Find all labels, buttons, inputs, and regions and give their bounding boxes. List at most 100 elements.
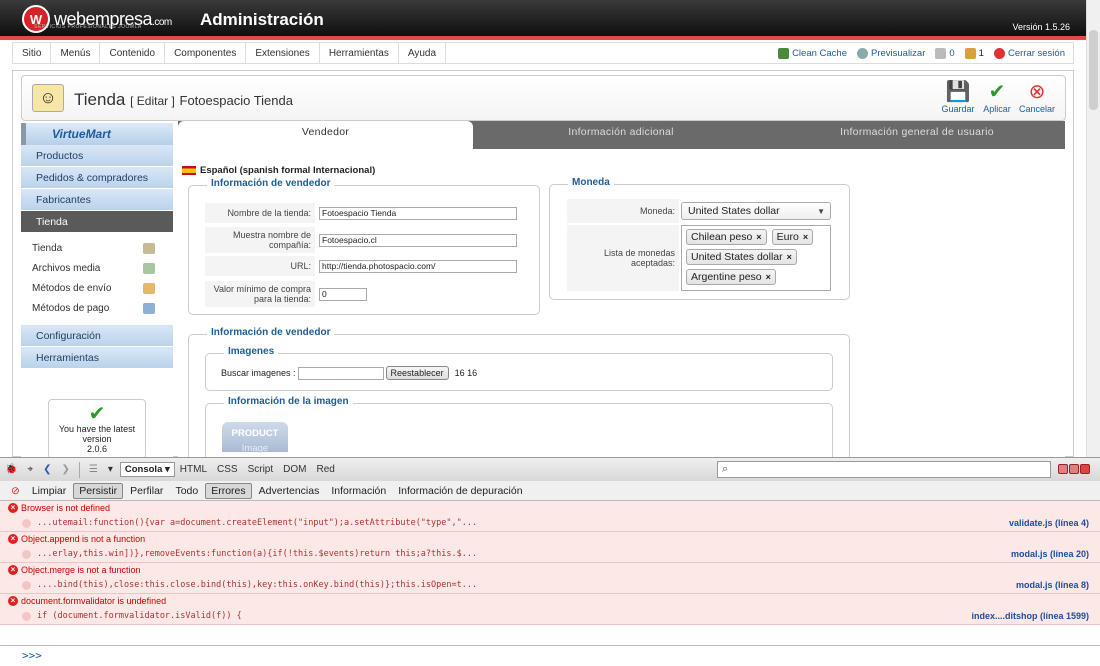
company-name-input[interactable]: Fotoespacio.cl [319,233,517,247]
tab-css[interactable]: CSS [212,464,243,475]
sidebar-section-tienda[interactable]: Tienda [21,211,173,233]
min-purchase-input[interactable]: 0 [319,287,367,301]
sidebar-section-herramientas[interactable]: Herramientas [21,347,173,369]
url-input[interactable]: http://tienda.photospacio.com/ [319,259,517,273]
payment-icon [143,303,155,314]
company-name-label: Muestra nombre de compañía: [205,227,315,253]
persist-button[interactable]: Persistir [73,482,124,499]
menu-herramientas[interactable]: Herramientas [320,43,399,63]
content-area: Vendedor Información adicional Informaci… [178,121,1065,483]
menu-menus[interactable]: Menús [51,43,101,63]
search-images-label: Buscar imagenes : [221,368,296,378]
command-line-input[interactable]: >>> [0,645,1100,666]
menu-componentes[interactable]: Componentes [165,43,247,63]
tab-net[interactable]: Red [311,464,339,475]
filter-info[interactable]: Información [326,484,391,498]
save-button[interactable]: 💾 Guardar [938,80,978,114]
sidebar-section-configuracion[interactable]: Configuración [21,325,173,347]
page-scrollbar[interactable] [1086,0,1100,457]
users-count[interactable]: 1 [964,47,984,59]
clear-icon[interactable]: ⊘ [6,484,25,498]
tab-vendedor[interactable]: Vendedor [178,121,473,149]
firebug-search-input[interactable]: ⌕ [717,461,1051,478]
error-icon: × [8,596,18,606]
vendor-info-fieldset: Información de vendedor Nombre de la tie… [188,178,540,315]
cancel-button[interactable]: ⊗ Cancelar [1017,80,1057,114]
error-icon: × [8,534,18,544]
tab-info-adicional[interactable]: Información adicional [473,121,769,149]
inspect-icon[interactable]: ⌖ [22,464,38,475]
product-image-placeholder: PRODUCT Image [222,422,288,454]
currency-tag[interactable]: Chilean peso × [686,229,767,245]
currency-select[interactable]: United States dollar ▼ [681,202,831,220]
menu-extensiones[interactable]: Extensiones [246,43,320,63]
chevron-down-icon[interactable]: ▾ [103,464,118,475]
forward-icon[interactable]: ❯ [56,464,74,475]
source-link[interactable]: modal.js (línea 20) [1011,549,1089,559]
log-entry[interactable]: × Object.append is not a function ...erla… [0,532,1100,563]
source-link[interactable]: modal.js (línea 8) [1016,580,1089,590]
firebug-icon[interactable]: 🐞 [0,464,22,475]
search-images-input[interactable] [297,366,384,380]
url-label: URL: [205,256,315,276]
checkmark-icon: ✔ [988,81,1006,103]
tab-console[interactable]: Consola ▾ [119,462,175,477]
currency-tag[interactable]: Argentine peso × [686,269,776,285]
sidebar-item-media[interactable]: Archivos media [21,259,173,279]
log-entry[interactable]: × Browser is not defined ...utemail:funct… [0,501,1100,532]
vendor-info-legend: Información de vendedor [207,178,335,189]
log-entry[interactable]: × Object.merge is not a function ....bind… [0,563,1100,594]
main-panel: ☺ Tienda [ Editar ] Fotoespacio Tienda 💾… [12,70,1074,483]
filter-errors[interactable]: Errores [205,482,252,499]
currency-tag[interactable]: United States dollar × [686,249,797,265]
filter-debug[interactable]: Información de depuración [393,484,527,498]
tab-script[interactable]: Script [243,464,279,475]
log-entry[interactable]: × document.formvalidator is undefined if … [0,594,1100,625]
menu-sitio[interactable]: Sitio [13,43,52,63]
error-icon: × [8,503,18,513]
reset-button[interactable]: Reestablecer [385,366,449,380]
store-name-label: Nombre de la tienda: [205,203,315,223]
sidebar-item-tienda[interactable]: Tienda [21,239,173,259]
clear-button[interactable]: Limpiar [27,484,71,498]
close-icon[interactable]: × [766,272,771,282]
images-fieldset: Imagenes Buscar imagenes : Reestablecer … [205,346,833,391]
list-icon[interactable]: ☰ [84,464,103,475]
logout-link[interactable]: Cerrar sesión [993,47,1065,59]
back-icon[interactable]: ❮ [38,464,56,475]
page-toolbar: ☺ Tienda [ Editar ] Fotoespacio Tienda 💾… [21,75,1066,121]
tab-info-general[interactable]: Información general de usuario [769,121,1065,149]
filter-warnings[interactable]: Advertencias [254,484,325,498]
menu-contenido[interactable]: Contenido [100,43,166,63]
source-link[interactable]: index....ditshop (línea 1599) [971,611,1089,621]
min-purchase-label: Valor mínimo de compra para la tienda: [205,281,315,307]
clean-cache-link[interactable]: Clean Cache [778,47,847,59]
preview-link[interactable]: Previsualizar [856,47,925,59]
tab-dom[interactable]: DOM [278,464,311,475]
tab-html[interactable]: HTML [175,464,212,475]
vendor-images-fieldset: Información de vendedor Imagenes Buscar … [188,327,850,483]
sidebar-section-fabricantes[interactable]: Fabricantes [21,189,173,211]
sidebar-item-payment[interactable]: Métodos de pago [21,299,173,319]
close-icon[interactable]: × [803,232,808,242]
minimize-icon[interactable] [1058,464,1068,474]
detach-icon[interactable] [1069,464,1079,474]
close-icon[interactable]: × [756,232,761,242]
sidebar-item-shipping[interactable]: Métodos de envío [21,279,173,299]
console-log: × Browser is not defined ...utemail:funct… [0,501,1100,645]
apply-button[interactable]: ✔ Aplicar [977,80,1017,114]
accepted-currencies-box[interactable]: Chilean peso × Euro × United States dollar… [681,225,831,291]
sidebar-section-productos[interactable]: Productos [21,145,173,167]
virtuemart-logo: VirtueMart [21,123,173,145]
filter-all[interactable]: Todo [170,484,203,498]
preview-icon [856,47,868,59]
profile-button[interactable]: Perfilar [125,484,168,498]
source-link[interactable]: validate.js (línea 4) [1009,518,1089,528]
menu-ayuda[interactable]: Ayuda [399,43,447,63]
store-name-input[interactable]: Fotoespacio Tienda [319,206,517,220]
close-icon[interactable] [1080,464,1090,474]
sidebar-section-pedidos[interactable]: Pedidos & compradores [21,167,173,189]
close-icon[interactable]: × [787,252,792,262]
messages-count[interactable]: 0 [935,47,955,59]
currency-tag[interactable]: Euro × [771,229,814,245]
